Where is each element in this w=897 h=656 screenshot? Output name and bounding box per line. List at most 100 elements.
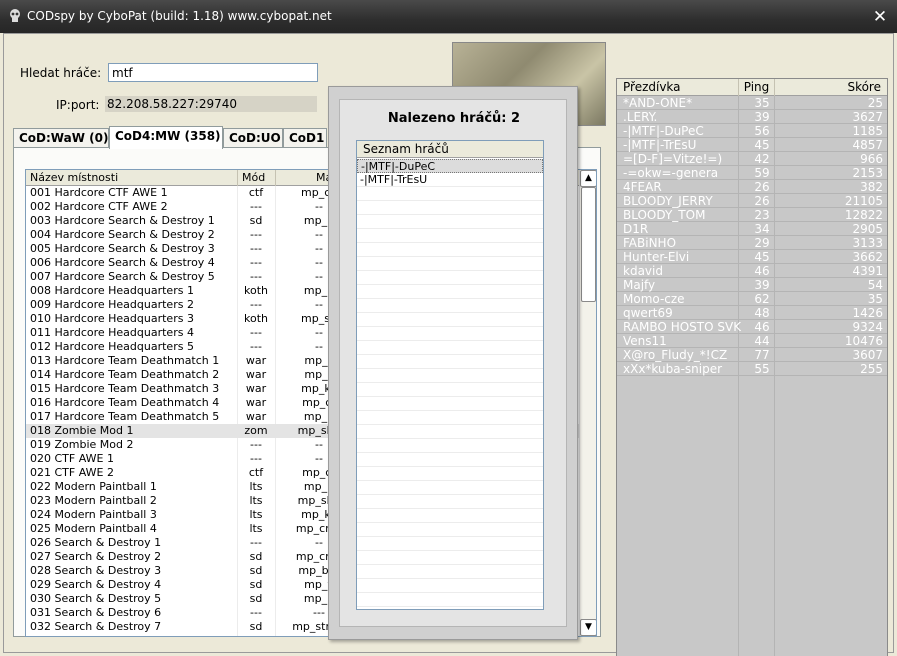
player-row[interactable]: RAMBO HOSTO SVK 46 9324 [617,320,887,334]
player-row[interactable]: Hunter-Elvi 45 3662 [617,250,887,264]
found-players-list: Seznam hráčů -|MTF|-DuPeC -|MTF|-TrEsU [356,140,544,610]
title-bar[interactable]: CODspy by CyboPat (build: 1.18) www.cybo… [0,0,897,33]
player-search-input[interactable] [108,63,318,82]
player-row[interactable]: BLOODY_TOM 23 12822 [617,208,887,222]
player-cell-nick: D1R [623,222,649,236]
player-row[interactable]: kdavid 46 4391 [617,264,887,278]
player-cell-score: 382 [860,180,883,194]
server-cell-mode: lts [249,522,263,535]
server-cell-mode: sd [249,620,263,633]
empty-list-row [357,523,543,537]
found-players-list-header[interactable]: Seznam hráčů [357,141,543,158]
empty-list-row [357,341,543,355]
empty-list-row [357,285,543,299]
scroll-thumb[interactable] [581,187,596,302]
player-cell-ping: 46 [754,264,770,278]
empty-list-row [357,495,543,509]
player-cell-nick: kdavid [623,264,663,278]
player-cell-score: 2905 [852,222,883,236]
empty-list-row [357,271,543,285]
player-row[interactable]: Vens11 44 10476 [617,334,887,348]
server-cell-mode: --- [250,452,262,465]
tab-cod-uo[interactable]: CoD:UO [223,128,283,148]
player-cell-ping: 34 [754,222,770,236]
server-cell-name: 011 Hardcore Headquarters 4 [30,326,194,339]
server-cell-mode: zom [244,424,268,437]
player-row[interactable]: 4FEAR 26 382 [617,180,887,194]
player-cell-nick: -=okw=-genera [623,166,719,180]
close-button[interactable]: ✕ [871,8,889,26]
main-window: Hledat hráče: IP:port: 82.208.58.227:297… [3,33,894,656]
player-row[interactable]: X@ro_Fludy_*!CZ 77 3607 [617,348,887,362]
player-cell-score: 3627 [852,110,883,124]
ip-value[interactable]: 82.208.58.227:29740 [105,96,317,112]
player-cell-nick: 4FEAR [623,180,662,194]
player-row[interactable]: qwert69 48 1426 [617,306,887,320]
found-player-item[interactable]: -|MTF|-DuPeC [357,159,543,173]
server-cell-name: 019 Zombie Mod 2 [30,438,134,451]
player-row[interactable]: .LERY. 39 3627 [617,110,887,124]
player-row[interactable]: -=okw=-genera 59 2153 [617,166,887,180]
player-cell-score: 25 [867,96,883,110]
player-cell-ping: 39 [754,278,770,292]
player-row[interactable]: FABiNHO 29 3133 [617,236,887,250]
empty-list-row [357,537,543,551]
tab-cod1[interactable]: CoD1 [283,128,327,148]
column-header-name[interactable]: Název místnosti [26,170,238,186]
player-cell-nick: Momo-cze [623,292,685,306]
player-row[interactable]: -|MTF|-TrEsU 45 4857 [617,138,887,152]
player-cell-ping: 26 [754,194,770,208]
column-header-ping[interactable]: Ping [739,79,775,96]
tab-cod-waw[interactable]: CoD:WaW (0) [13,128,109,148]
player-row[interactable]: *AND-ONE* 35 25 [617,96,887,110]
server-cell-name: 027 Search & Destroy 2 [30,550,162,563]
server-cell-mode: --- [250,536,262,549]
player-cell-score: 4857 [852,138,883,152]
server-cell-name: 025 Modern Paintball 4 [30,522,157,535]
player-cell-score: 255 [860,362,883,376]
player-row[interactable]: =[D-F]=Vitze!=) 42 966 [617,152,887,166]
server-cell-mode: --- [250,256,262,269]
player-row[interactable]: D1R 34 2905 [617,222,887,236]
scroll-down-button[interactable]: ▼ [580,619,596,636]
player-cell-nick: RAMBO HOSTO SVK [623,320,741,334]
player-cell-ping: 35 [754,96,770,110]
column-header-mode[interactable]: Mód [238,170,276,186]
player-cell-ping: 62 [754,292,770,306]
player-row[interactable]: Momo-cze 62 35 [617,292,887,306]
player-cell-score: 3133 [852,236,883,250]
server-cell-mode: war [245,368,267,381]
server-cell-name: 006 Hardcore Search & Destroy 4 [30,256,215,269]
found-player-item[interactable]: -|MTF|-TrEsU [357,173,543,187]
server-cell-mode: lts [249,494,263,507]
player-row[interactable]: BLOODY_JERRY 26 21105 [617,194,887,208]
player-cell-ping: 45 [754,138,770,152]
server-cell-mode: war [245,382,267,395]
server-cell-mode: war [245,354,267,367]
player-cell-nick: Vens11 [623,334,667,348]
empty-list-row [357,299,543,313]
column-header-score[interactable]: Skóre [775,79,887,96]
player-cell-score: 1185 [852,124,883,138]
server-cell-mode: --- [250,326,262,339]
empty-list-row [357,355,543,369]
player-row[interactable]: xXx*kuba-sniper 55 255 [617,362,887,376]
server-scrollbar[interactable]: ▲ ▼ [579,170,596,636]
empty-list-row [357,565,543,579]
empty-list-row [357,579,543,593]
column-header-nick[interactable]: Přezdívka [617,79,739,96]
player-row[interactable]: Majfy 39 54 [617,278,887,292]
empty-list-row [357,397,543,411]
tab-cod4-mw[interactable]: CoD4:MW (358) [109,126,223,149]
empty-list-row [357,383,543,397]
scroll-up-button[interactable]: ▲ [580,170,596,187]
server-cell-mode: sd [249,550,263,563]
server-cell-mode: --- [250,200,262,213]
player-cell-ping: 23 [754,208,770,222]
empty-list-row [357,313,543,327]
players-table-header: Přezdívka Ping Skóre [617,79,887,96]
player-cell-score: 12822 [844,208,883,222]
player-cell-nick: Hunter-Elvi [623,250,690,264]
server-cell-name: 031 Search & Destroy 6 [30,606,162,619]
player-row[interactable]: -|MTF|-DuPeC 56 1185 [617,124,887,138]
